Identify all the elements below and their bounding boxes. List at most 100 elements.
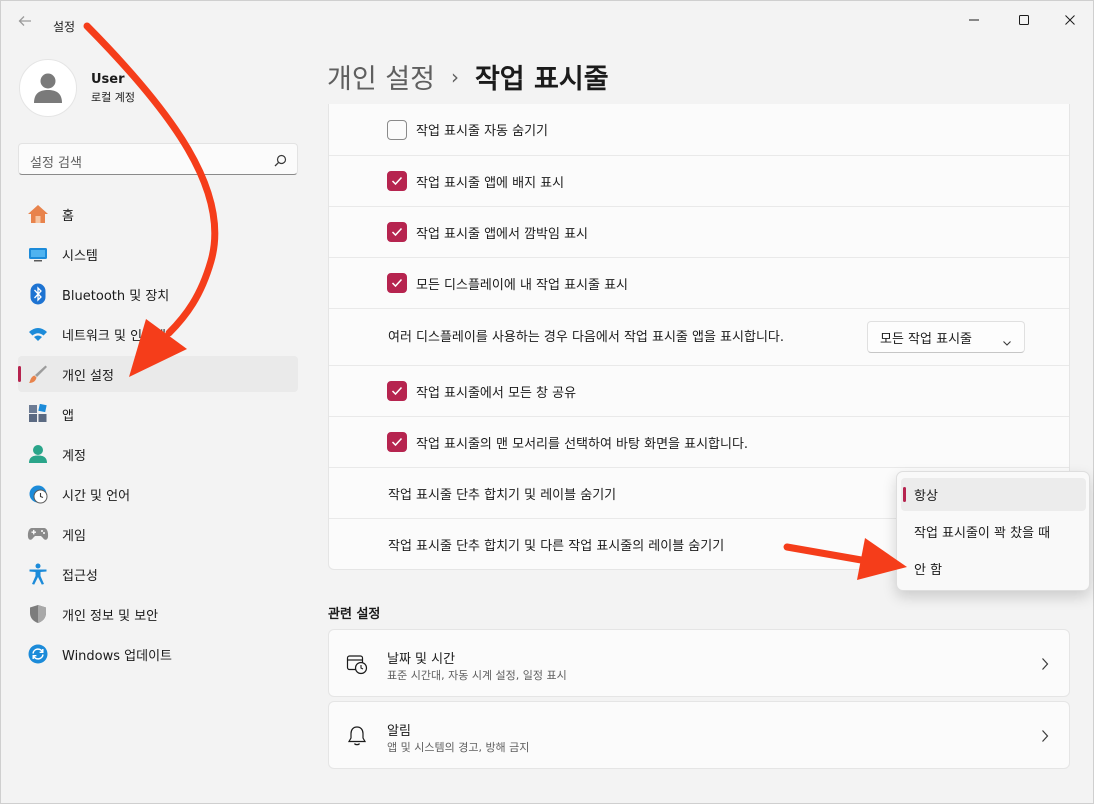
back-arrow-icon[interactable]	[15, 13, 35, 33]
sidebar-item-label: 앱	[62, 408, 74, 424]
checkmark-icon	[391, 176, 403, 186]
sidebar-item-apps[interactable]: 앱	[18, 396, 298, 432]
close-icon[interactable]	[1047, 9, 1093, 31]
sidebar-item-label: 시스템	[62, 248, 98, 264]
sidebar-item-gaming[interactable]: 게임	[18, 516, 298, 552]
flyout-option-label: 작업 표시줄이 꽉 찼을 때	[914, 526, 1051, 541]
setting-row-all-displays[interactable]: 모든 디스플레이에 내 작업 표시줄 표시	[329, 258, 1069, 309]
sidebar-item-windows-update[interactable]: Windows 업데이트	[18, 636, 298, 672]
sidebar-item-label: Bluetooth 및 장치	[62, 288, 170, 304]
setting-row-badges[interactable]: 작업 표시줄 앱에 배지 표시	[329, 156, 1069, 207]
setting-row-flashing[interactable]: 작업 표시줄 앱에서 깜박임 표시	[329, 207, 1069, 258]
checkmark-icon	[391, 278, 403, 288]
flyout-option-label: 안 함	[914, 563, 943, 578]
wifi-icon	[27, 323, 49, 345]
breadcrumb-separator: ›	[450, 64, 459, 89]
minimize-icon[interactable]	[951, 9, 997, 31]
auto-hide-checkbox[interactable]	[387, 120, 407, 140]
related-item-title: 날짜 및 시간	[387, 652, 456, 667]
sidebar-item-system[interactable]: 시스템	[18, 236, 298, 272]
share-window-checkbox[interactable]	[387, 381, 407, 401]
checkmark-icon	[391, 386, 403, 396]
sidebar-item-home[interactable]: 홈	[18, 196, 298, 232]
related-item-subtitle: 표준 시간대, 자동 시계 설정, 일정 표시	[387, 669, 567, 682]
setting-row-auto-hide[interactable]: 작업 표시줄 자동 숨기기	[329, 104, 1069, 156]
setting-row-share-window[interactable]: 작업 표시줄에서 모든 창 공유	[329, 366, 1069, 417]
sidebar-item-network[interactable]: 네트워크 및 인터넷	[18, 316, 298, 352]
setting-label: 작업 표시줄 자동 숨기기	[416, 124, 548, 139]
system-icon	[27, 243, 49, 265]
dropdown-value: 모든 작업 표시줄	[880, 331, 972, 347]
sidebar-item-personalization[interactable]: 개인 설정	[18, 356, 298, 392]
setting-label: 여러 디스플레이를 사용하는 경우 다음에서 작업 표시줄 앱을 표시합니다.	[388, 329, 784, 345]
title-bar: 설정	[1, 1, 1093, 41]
flyout-option-label: 항상	[914, 489, 938, 504]
search-icon[interactable]	[274, 152, 287, 171]
setting-label: 작업 표시줄에서 모든 창 공유	[416, 385, 577, 401]
sidebar-item-privacy-security[interactable]: 개인 정보 및 보안	[18, 596, 298, 632]
user-name: User	[91, 71, 125, 87]
sidebar-nav: 홈 시스템 Bluetooth 및 장치 네트워크 및 인터넷 개인 설정 앱 …	[18, 196, 298, 676]
sidebar-item-accessibility[interactable]: 접근성	[18, 556, 298, 592]
sidebar-item-label: 시간 및 언어	[62, 488, 131, 504]
checkmark-icon	[391, 227, 403, 237]
update-icon	[27, 643, 49, 665]
sidebar-item-label: 홈	[62, 208, 74, 224]
chevron-down-icon	[1002, 332, 1012, 351]
bluetooth-icon	[27, 283, 49, 305]
sidebar-item-accounts[interactable]: 계정	[18, 436, 298, 472]
search-placeholder: 설정 검색	[30, 156, 82, 171]
sidebar-item-time-language[interactable]: 시간 및 언어	[18, 476, 298, 512]
badges-checkbox[interactable]	[387, 171, 407, 191]
related-item-date-time[interactable]: 날짜 및 시간 표준 시간대, 자동 시계 설정, 일정 표시	[328, 629, 1070, 697]
chevron-right-icon	[1041, 728, 1049, 747]
combine-buttons-flyout: 항상 작업 표시줄이 꽉 찼을 때 안 함	[896, 471, 1090, 591]
sidebar-item-label: 네트워크 및 인터넷	[62, 328, 166, 344]
related-item-subtitle: 앱 및 시스템의 경고, 방해 금지	[387, 741, 530, 754]
accessibility-icon	[27, 563, 49, 585]
bell-icon	[346, 725, 368, 747]
breadcrumb-parent[interactable]: 개인 설정	[327, 57, 435, 96]
user-profile[interactable]: User 로컬 계정	[19, 59, 135, 117]
sidebar-item-label: 접근성	[62, 568, 98, 584]
multi-display-dropdown[interactable]: 모든 작업 표시줄	[867, 321, 1025, 353]
setting-label: 작업 표시줄 앱에 배지 표시	[416, 175, 565, 191]
show-desktop-checkbox[interactable]	[387, 432, 407, 452]
setting-row-multi-display-apps: 여러 디스플레이를 사용하는 경우 다음에서 작업 표시줄 앱을 표시합니다. …	[329, 309, 1069, 366]
account-icon	[27, 443, 49, 465]
related-item-title: 알림	[387, 724, 411, 739]
setting-label: 모든 디스플레이에 내 작업 표시줄 표시	[416, 277, 629, 293]
shield-icon	[27, 603, 49, 625]
search-input[interactable]: 설정 검색	[18, 143, 298, 175]
flashing-checkbox[interactable]	[387, 222, 407, 242]
maximize-icon[interactable]	[1001, 9, 1047, 31]
related-settings-heading: 관련 설정	[328, 607, 381, 622]
setting-row-show-desktop-corner[interactable]: 작업 표시줄의 맨 모서리를 선택하여 바탕 화면을 표시합니다.	[329, 417, 1069, 468]
flyout-option-never[interactable]: 안 함	[901, 552, 1086, 585]
sidebar-item-label: 게임	[62, 528, 86, 544]
app-title: 설정	[53, 20, 76, 34]
related-item-notifications[interactable]: 알림 앱 및 시스템의 경고, 방해 금지	[328, 701, 1070, 769]
clock-globe-icon	[27, 483, 49, 505]
sidebar-item-label: Windows 업데이트	[62, 648, 173, 664]
calendar-clock-icon	[346, 653, 368, 675]
sidebar-item-label: 개인 설정	[62, 368, 114, 384]
brush-icon	[27, 363, 49, 385]
checkmark-icon	[391, 437, 403, 447]
home-icon	[27, 203, 49, 225]
gamepad-icon	[27, 523, 49, 545]
setting-label: 작업 표시줄 단추 합치기 및 레이블 숨기기	[388, 487, 617, 503]
sidebar-item-bluetooth[interactable]: Bluetooth 및 장치	[18, 276, 298, 312]
apps-icon	[27, 403, 49, 425]
setting-label: 작업 표시줄의 맨 모서리를 선택하여 바탕 화면을 표시합니다.	[416, 436, 749, 452]
flyout-option-always[interactable]: 항상	[901, 478, 1086, 511]
settings-window: 설정 User 로컬 계정 설정 검색 홈 시스템 Bluetooth 및 장치…	[0, 0, 1094, 804]
breadcrumb: 개인 설정 › 작업 표시줄	[327, 57, 609, 96]
avatar	[19, 59, 77, 117]
chevron-right-icon	[1041, 656, 1049, 675]
flyout-option-when-full[interactable]: 작업 표시줄이 꽉 찼을 때	[901, 515, 1086, 548]
setting-label: 작업 표시줄 앱에서 깜박임 표시	[416, 226, 589, 242]
page-title: 작업 표시줄	[474, 64, 609, 95]
sidebar-item-label: 계정	[62, 448, 86, 464]
all-displays-checkbox[interactable]	[387, 273, 407, 293]
